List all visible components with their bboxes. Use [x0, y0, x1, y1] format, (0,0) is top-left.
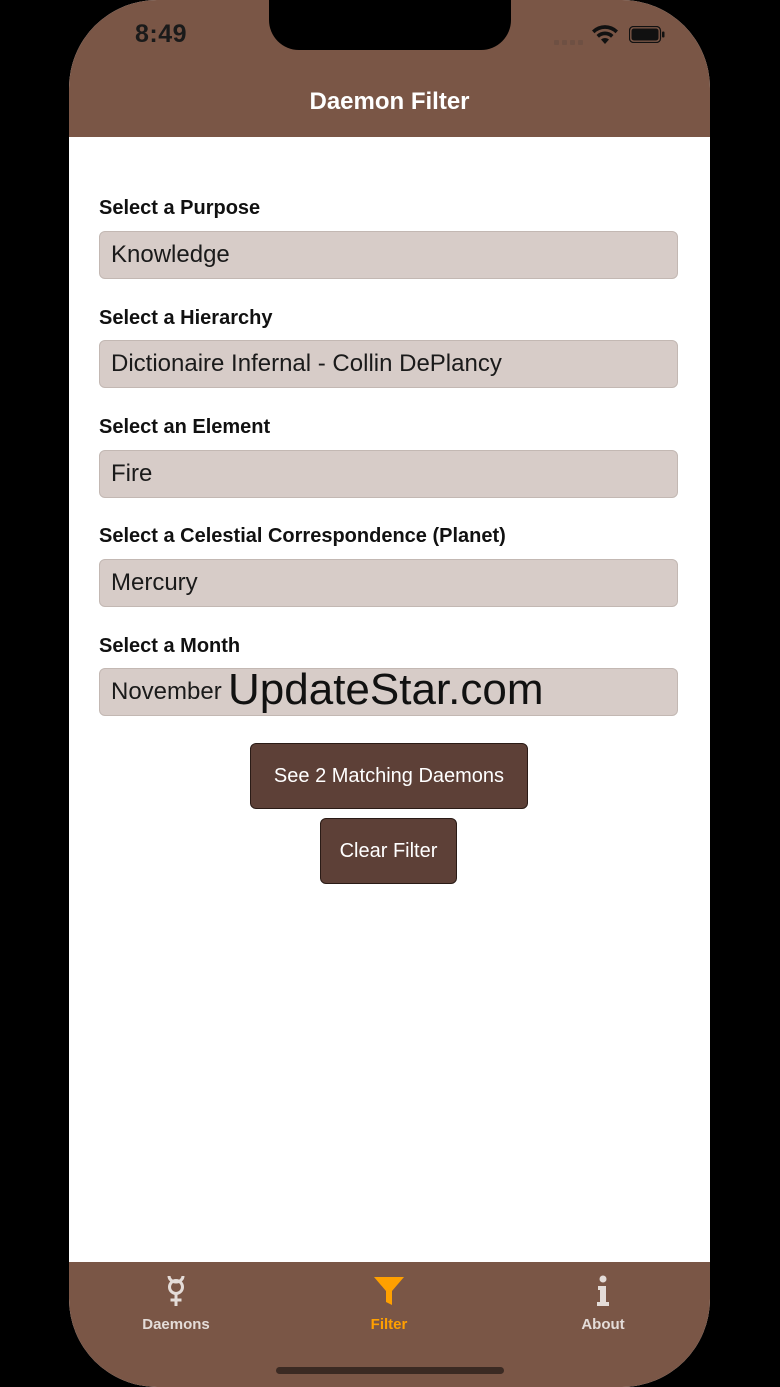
- watermark-text: UpdateStar.com: [228, 665, 544, 714]
- mercury-symbol-icon: [167, 1275, 185, 1306]
- planet-select[interactable]: Mercury: [99, 559, 678, 607]
- planet-label: Select a Celestial Correspondence (Plane…: [99, 525, 506, 547]
- hierarchy-label: Select a Hierarchy: [99, 307, 273, 329]
- info-icon: [597, 1275, 609, 1306]
- see-matching-daemons-button[interactable]: See 2 Matching Daemons: [250, 743, 528, 809]
- status-time: 8:49: [135, 20, 188, 48]
- device-notch: [269, 0, 511, 50]
- element-select[interactable]: Fire: [99, 450, 678, 498]
- wifi-icon: [592, 25, 618, 44]
- cellular-signal-icon: [554, 40, 583, 45]
- tab-filter-label: Filter: [370, 1316, 408, 1333]
- home-indicator[interactable]: [276, 1367, 504, 1374]
- hierarchy-select[interactable]: Dictionaire Infernal - Collin DePlancy: [99, 340, 678, 388]
- tab-daemons-label: Daemons: [142, 1316, 210, 1333]
- tab-filter[interactable]: Filter: [329, 1262, 449, 1342]
- battery-icon: [629, 26, 665, 43]
- tab-about-label: About: [581, 1316, 625, 1333]
- purpose-label: Select a Purpose: [99, 197, 261, 219]
- funnel-icon: [374, 1277, 404, 1305]
- phone-screen: 8:49 Daemon Filter Select a Purpose Know…: [69, 0, 710, 1387]
- tab-daemons[interactable]: Daemons: [116, 1262, 236, 1342]
- navigation-bar: 8:49 Daemon Filter: [69, 0, 710, 137]
- purpose-select[interactable]: Knowledge: [99, 231, 678, 279]
- month-label: Select a Month: [99, 635, 241, 657]
- tab-about[interactable]: About: [543, 1262, 663, 1342]
- page-title: Daemon Filter: [309, 88, 470, 115]
- clear-filter-button[interactable]: Clear Filter: [320, 818, 457, 884]
- element-label: Select an Element: [99, 416, 271, 438]
